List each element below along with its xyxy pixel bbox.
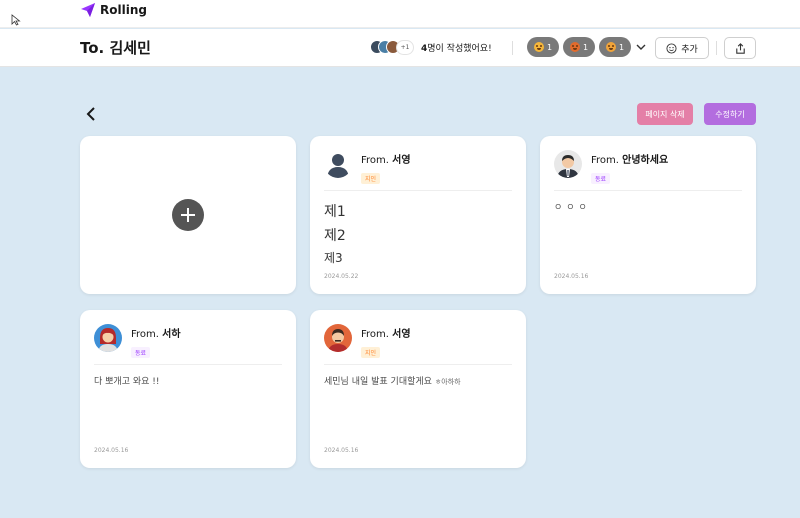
boy-avatar-icon	[324, 324, 352, 352]
add-reaction-label: 추가	[681, 44, 698, 55]
relationship-badge: 동료	[591, 173, 611, 184]
paper-plane-icon	[81, 3, 95, 17]
message-content: 다 뽀개고 와요 !!	[94, 377, 160, 387]
share-button[interactable]	[724, 37, 756, 59]
writer-avatars: +1	[370, 40, 415, 56]
sender-line: From. 서하	[131, 325, 181, 340]
message-card[interactable]: From. 서영 지인 제1 제2 제3 2024.05.22	[310, 136, 526, 294]
angry-face-icon	[569, 42, 580, 52]
reaction-badge[interactable]: 1	[599, 37, 631, 57]
logo[interactable]: Rolling	[80, 2, 147, 18]
message-content: 제1 제2 제3	[324, 200, 512, 268]
top-nav: Rolling	[0, 0, 800, 28]
card-header: From. 서하 동료	[94, 322, 282, 362]
message-card[interactable]: From. 서하 동료 다 뽀개고 와요 !! 2024.05.16	[80, 310, 296, 468]
relationship-badge: 지인	[361, 347, 381, 358]
writer-count-text: 4명이 작성했어요!	[421, 41, 492, 54]
sender-line: From. 안녕하세요	[591, 151, 668, 166]
content-line: 제2	[324, 228, 346, 244]
divider	[324, 364, 512, 365]
from-prefix: From.	[131, 329, 163, 340]
reaction-count: 1	[582, 42, 589, 52]
from-prefix: From.	[361, 155, 393, 166]
add-message-card[interactable]	[80, 136, 296, 294]
writer-count-suffix: 명이 작성했어요!	[427, 44, 492, 54]
message-card[interactable]: From. 안녕하세요 동료 ㅇㅇㅇ 2024.05.16	[540, 136, 756, 294]
mouse-cursor-icon	[11, 14, 21, 26]
post-header: To. 김세민 +1 4명이 작성했어요! 1 1 1 추가	[0, 29, 800, 67]
add-emoji-icon	[666, 42, 677, 54]
card-header: From. 서영 지인	[324, 148, 512, 188]
content-small-text: ㅎ아하하	[434, 378, 461, 386]
profile-avatar	[324, 324, 352, 352]
crying-face-icon	[605, 42, 616, 52]
profile-avatar	[94, 324, 122, 352]
plus-icon[interactable]	[172, 199, 204, 231]
message-date: 2024.05.16	[554, 273, 589, 280]
divider	[512, 41, 513, 55]
businessman-avatar-icon	[554, 150, 582, 178]
reaction-badge[interactable]: 1	[527, 37, 559, 57]
divider	[324, 190, 512, 191]
message-card[interactable]: From. 서영 지인 세민님 내일 발표 기대할게요 ㅎ아하하 2024.05…	[310, 310, 526, 468]
girl-avatar-icon	[94, 324, 122, 352]
grin-face-icon	[533, 42, 544, 52]
content-line: 제3	[324, 251, 343, 265]
profile-avatar	[324, 150, 352, 178]
add-reaction-button[interactable]: 추가	[655, 37, 709, 59]
relationship-badge: 동료	[131, 347, 151, 358]
message-content: 세민님 내일 발표 기대할게요 ㅎ아하하	[324, 376, 512, 389]
content-text: 세민님 내일 발표 기대할게요	[324, 377, 432, 387]
recipient-title: To. 김세민	[80, 39, 151, 57]
card-header: From. 안녕하세요 동료	[554, 148, 742, 188]
default-person-icon	[324, 150, 352, 178]
edit-button[interactable]: 수정하기	[704, 103, 756, 125]
sender-name: 서하	[162, 329, 181, 340]
chevron-down-icon[interactable]	[635, 41, 647, 53]
message-content: ㅇㅇㅇ	[554, 203, 591, 213]
share-icon	[735, 42, 745, 54]
logo-text: Rolling	[100, 3, 147, 17]
sender-name: 서영	[392, 329, 411, 340]
message-date: 2024.05.16	[324, 447, 359, 454]
more-writers-count: +1	[396, 40, 414, 55]
reaction-count: 1	[618, 42, 625, 52]
delete-page-button[interactable]: 페이지 삭제	[637, 103, 693, 125]
sender-name: 안녕하세요	[622, 155, 669, 166]
profile-avatar	[554, 150, 582, 178]
divider	[716, 41, 717, 55]
reaction-badge[interactable]: 1	[563, 37, 595, 57]
reaction-count: 1	[546, 42, 553, 52]
message-date: 2024.05.22	[324, 273, 359, 280]
from-prefix: From.	[591, 155, 623, 166]
sender-line: From. 서영	[361, 325, 411, 340]
divider	[554, 190, 742, 191]
content-line: 제1	[324, 204, 346, 220]
card-header: From. 서영 지인	[324, 322, 512, 362]
divider	[94, 364, 282, 365]
sender-name: 서영	[392, 155, 411, 166]
message-date: 2024.05.16	[94, 447, 129, 454]
back-arrow-icon[interactable]	[84, 106, 98, 122]
from-prefix: From.	[361, 329, 393, 340]
relationship-badge: 지인	[361, 173, 381, 184]
sender-line: From. 서영	[361, 151, 411, 166]
